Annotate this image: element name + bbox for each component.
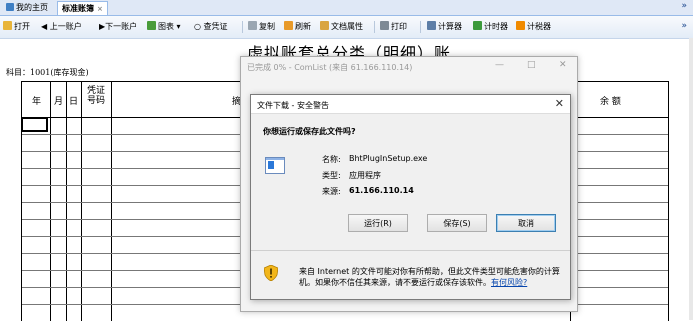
minimize-icon[interactable]: — — [495, 60, 504, 70]
timer-button[interactable]: 计时器 — [473, 21, 508, 33]
timer-icon — [473, 21, 482, 30]
calculator-icon — [427, 21, 436, 30]
save-button[interactable]: 保存(S) — [427, 214, 487, 232]
dialog-title: 文件下载 - 安全警告 — [257, 101, 329, 110]
copy-icon — [248, 21, 257, 30]
risk-link[interactable]: 有何风险? — [491, 278, 527, 287]
header-balance: 余 额 — [600, 97, 621, 107]
selected-cell[interactable] — [21, 117, 48, 132]
check-voucher-button[interactable]: ○ 查凭证 — [194, 21, 228, 33]
close-tab-icon[interactable]: × — [97, 5, 103, 13]
chart-button[interactable]: 图表 ▾ — [147, 21, 181, 33]
ledger-subject: 科目：1001(库存现金) — [6, 68, 89, 77]
toolbar-divider — [420, 21, 421, 33]
scrollbar[interactable] — [689, 38, 693, 320]
printer-icon — [380, 21, 389, 30]
cancel-button[interactable]: 取消 — [496, 214, 556, 232]
toolbar-divider — [374, 21, 375, 33]
tab-standard-ledger[interactable]: 标准账簿 × — [57, 1, 108, 15]
calculator-button[interactable]: 计算器 — [427, 21, 462, 33]
shield-warning-icon — [264, 265, 278, 281]
doc-properties-button[interactable]: 文档属性 — [320, 21, 363, 33]
header-voucher: 凭证号码 — [86, 86, 105, 106]
tabbar-more-icon[interactable]: » — [681, 1, 687, 11]
tax-calculator-button[interactable]: 计税器 — [516, 21, 551, 33]
type-label: 类型: — [322, 171, 341, 180]
tab-standard-ledger-label: 标准账簿 — [62, 4, 94, 13]
toolbar-more-icon[interactable]: » — [681, 21, 687, 31]
print-label: 打印 — [391, 22, 407, 31]
security-warning-dialog: 文件下载 - 安全警告 ✕ 你想运行或保存此文件吗? 名称: BhtPlugIn… — [250, 94, 571, 300]
application-file-icon — [265, 157, 285, 174]
header-month: 月 — [54, 97, 64, 107]
name-label: 名称: — [322, 155, 341, 164]
refresh-icon — [284, 21, 293, 30]
document-icon — [320, 21, 329, 30]
open-label: 打开 — [14, 22, 30, 31]
home-icon — [6, 3, 14, 11]
next-label: 下一账户 — [105, 22, 138, 31]
dialog-divider — [251, 250, 570, 251]
from-value: 61.166.110.14 — [349, 186, 414, 195]
chart-icon — [147, 21, 156, 30]
tax-calculator-icon — [516, 21, 525, 30]
progress-dialog-title: 已完成 0% - ComList (来自 61.166.110.14) — [247, 63, 413, 72]
warning-message: 来自 Internet 的文件可能对你有所帮助，但此文件类型可能危害你的计算机。… — [299, 266, 561, 288]
toolbar: 打开 ◀ 上一账户 ▶下一账户 图表 ▾ ○ 查凭证 复制 刷新 文档属性 打印… — [0, 16, 693, 39]
close-icon[interactable]: ✕ — [559, 60, 567, 70]
tab-home[interactable]: 我的主页 — [2, 1, 52, 14]
open-button[interactable]: 打开 — [3, 21, 30, 33]
calculator-label: 计算器 — [438, 22, 462, 31]
print-button[interactable]: 打印 — [380, 21, 407, 33]
header-day: 日 — [69, 97, 79, 107]
timer-label: 计时器 — [484, 22, 508, 31]
prev-label: 上一账户 — [49, 22, 82, 31]
props-label: 文档属性 — [331, 22, 363, 31]
folder-icon — [3, 21, 12, 30]
toolbar-divider — [242, 21, 243, 33]
tab-home-label: 我的主页 — [16, 3, 48, 12]
chevron-down-icon: ▾ — [174, 22, 181, 31]
close-icon[interactable]: ✕ — [555, 97, 564, 110]
run-button[interactable]: 运行(R) — [348, 214, 408, 232]
check-label: 查凭证 — [203, 22, 228, 31]
dialog-question: 你想运行或保存此文件吗? — [263, 127, 356, 136]
header-year: 年 — [32, 97, 42, 107]
tab-bar: 我的主页 标准账簿 × » — [0, 0, 693, 16]
arrow-left-icon: ◀ — [41, 22, 50, 31]
search-icon: ○ — [194, 22, 204, 31]
next-account-button[interactable]: ▶下一账户 — [99, 21, 137, 33]
from-label: 来源: — [322, 187, 341, 196]
name-value: BhtPlugInSetup.exe — [349, 154, 428, 163]
maximize-icon[interactable]: □ — [527, 60, 536, 70]
chart-label: 图表 — [158, 22, 174, 31]
prev-account-button[interactable]: ◀ 上一账户 — [41, 21, 82, 33]
copy-label: 复制 — [259, 22, 275, 31]
calendar-label: 计税器 — [527, 22, 551, 31]
copy-button[interactable]: 复制 — [248, 21, 275, 33]
type-value: 应用程序 — [349, 171, 381, 180]
refresh-button[interactable]: 刷新 — [284, 21, 311, 33]
refresh-label: 刷新 — [295, 22, 311, 31]
